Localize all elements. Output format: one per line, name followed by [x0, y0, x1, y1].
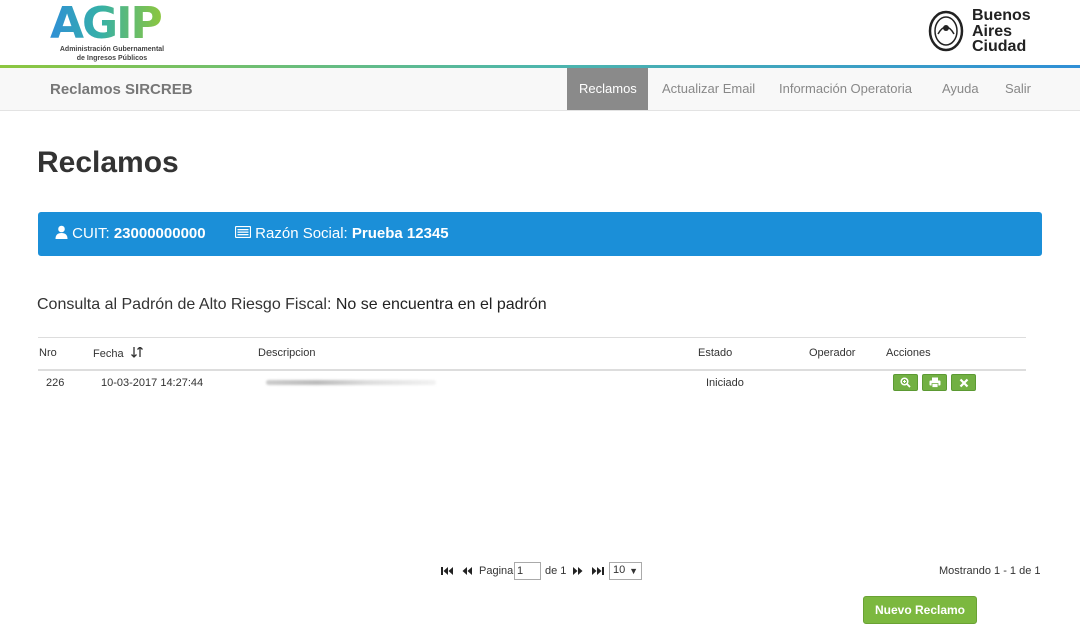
col-operador: Operador [809, 347, 856, 359]
chevron-down-icon: ▼ [629, 566, 638, 576]
col-descripcion: Descripcion [258, 347, 316, 359]
col-nro: Nro [39, 347, 57, 359]
print-icon [929, 377, 940, 388]
padron-value: No se encuentra en el padrón [335, 296, 547, 313]
records-count: Mostrando 1 - 1 de 1 [939, 565, 1041, 577]
last-page-icon[interactable] [591, 564, 605, 578]
page-title: Reclamos [37, 146, 179, 179]
page-size-select[interactable]: 10 ▼ [609, 562, 642, 580]
next-page-icon[interactable] [571, 564, 585, 578]
cell-estado: Iniciado [706, 377, 744, 389]
zoom-icon [900, 377, 911, 388]
nav-item-actualizar-email[interactable]: Actualizar Email [650, 68, 767, 110]
city-seal-icon [928, 10, 964, 52]
logo-subtitle-line-1: Administración Gubernamental [59, 46, 165, 53]
city-logo-line-3: Ciudad [972, 38, 1027, 55]
navbar-brand[interactable]: Reclamos SIRCREB [50, 81, 193, 98]
city-logo-text: Buenos Aires Ciudad [972, 8, 1031, 55]
new-claim-button[interactable]: Nuevo Reclamo [863, 596, 977, 624]
agip-logo[interactable]: AGIP Administración Gubernamental de Ing… [50, 0, 175, 64]
logo-text: AGIP [50, 0, 163, 49]
logo-subtitle-line-2: de Ingresos Públicos [76, 55, 148, 62]
first-page-icon[interactable] [440, 564, 454, 578]
razon-social-label: Razón Social: [255, 225, 348, 242]
cell-nro: 226 [46, 377, 65, 389]
padron-label: Consulta al Padrón de Alto Riesgo Fiscal… [37, 296, 332, 313]
cuit-group: CUIT: 23000000000 [55, 212, 206, 256]
view-button[interactable] [893, 374, 918, 391]
nav-item-ayuda[interactable]: Ayuda [930, 68, 991, 110]
col-fecha-label: Fecha [93, 348, 124, 360]
id-card-icon [234, 225, 252, 239]
taxpayer-info-bar: CUIT: 23000000000 Razón Social: Prueba 1… [38, 212, 1042, 256]
cuit-value: 23000000000 [113, 225, 206, 242]
cuit-label: CUIT: [72, 225, 110, 242]
col-estado: Estado [698, 347, 733, 359]
delete-icon [959, 378, 968, 387]
delete-button[interactable] [951, 374, 976, 391]
page-size-value: 10 [613, 564, 626, 576]
padron-status: Consulta al Padrón de Alto Riesgo Fiscal… [37, 296, 547, 314]
nav-item-salir[interactable]: Salir [993, 68, 1043, 110]
nav-item-reclamos[interactable]: Reclamos [567, 68, 648, 110]
city-logo-line-2: Aires [972, 22, 1013, 40]
page-number-input[interactable] [514, 562, 541, 580]
previous-page-icon[interactable] [460, 564, 474, 578]
col-acciones: Acciones [886, 347, 931, 359]
nav-item-informacion-operatoria[interactable]: Información Operatoria [767, 68, 924, 110]
navbar: Reclamos SIRCREB Reclamos Actualizar Ema… [0, 68, 1080, 111]
user-icon [55, 225, 68, 239]
city-logo-line-1: Buenos [972, 7, 1031, 24]
razon-social-value: Prueba 12345 [351, 225, 449, 242]
pager-page-label: Pagina [479, 565, 514, 577]
sort-icon[interactable] [130, 346, 143, 358]
print-button[interactable] [922, 374, 947, 391]
header: AGIP Administración Gubernamental de Ing… [0, 0, 1080, 66]
table-header: Nro Fecha Descripcion Estado Operador Ac… [38, 337, 1026, 371]
logo-subtitle: Administración Gubernamental de Ingresos… [56, 45, 168, 63]
buenos-aires-logo: Buenos Aires Ciudad [928, 8, 1038, 58]
cell-descripcion-redacted [266, 380, 436, 385]
razon-social-group: Razón Social: Prueba 12345 [234, 212, 449, 256]
pager-of-label: de 1 [545, 565, 567, 577]
cell-fecha: 10-03-2017 14:27:44 [101, 377, 204, 389]
col-fecha[interactable]: Fecha [93, 346, 143, 360]
